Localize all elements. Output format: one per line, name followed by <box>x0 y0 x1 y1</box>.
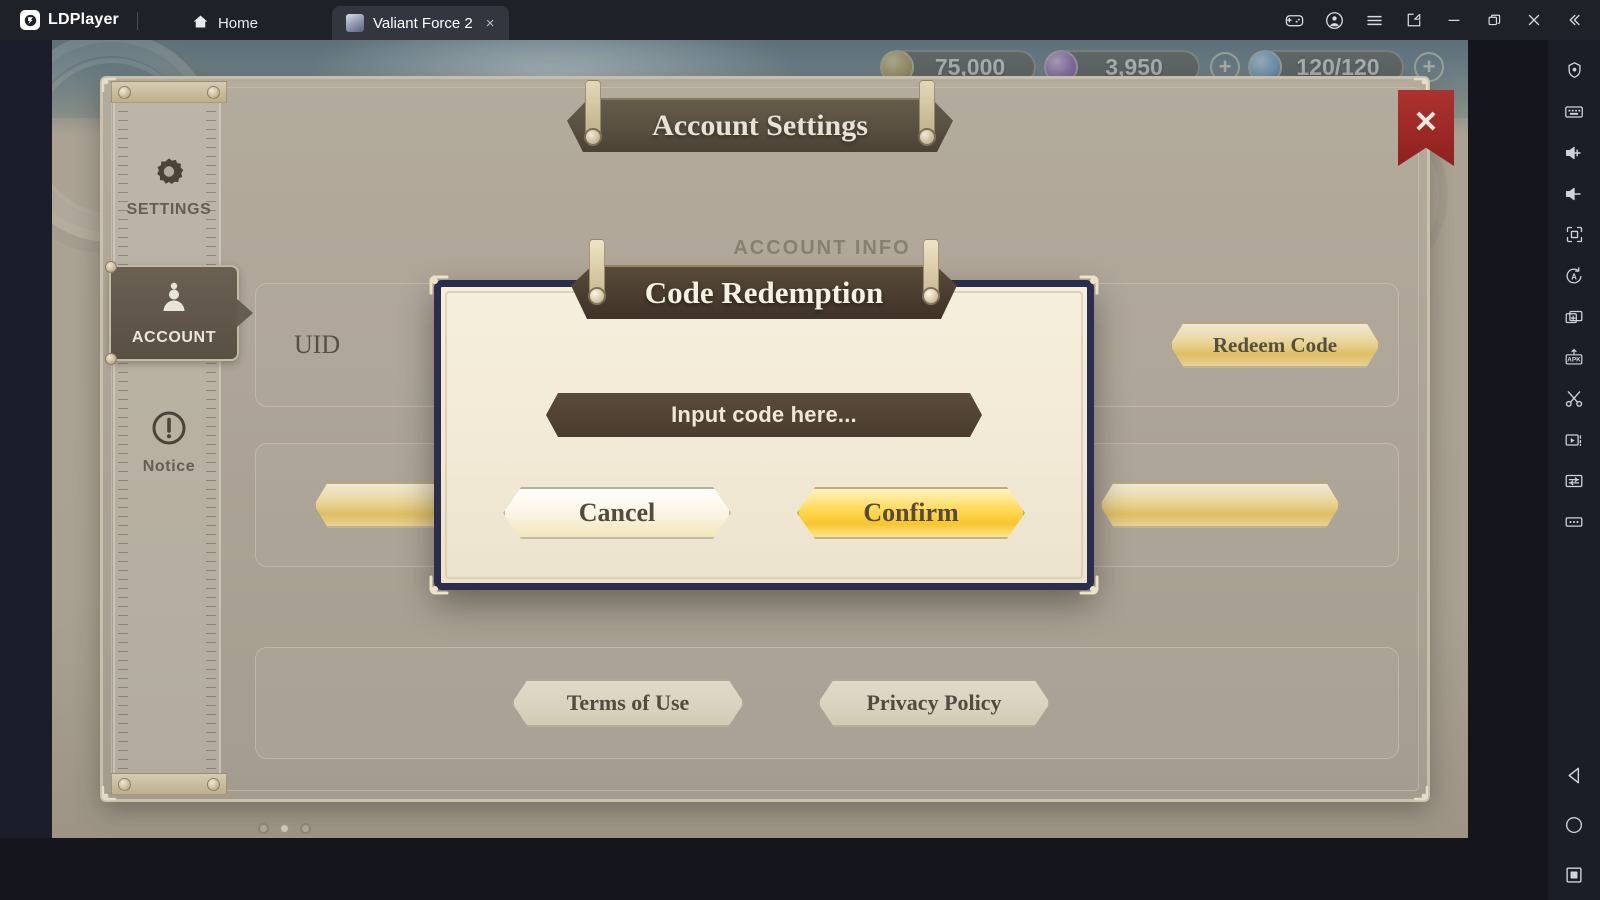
modal-corner-top-left-icon <box>425 271 459 305</box>
modal-corner-top-right-icon <box>1069 271 1103 305</box>
more-icon[interactable] <box>1554 501 1594 542</box>
titlebar-spacer <box>509 39 1274 40</box>
account-icon[interactable] <box>1314 0 1354 40</box>
operation-record-icon[interactable] <box>1554 50 1594 91</box>
brand: LDPlayer <box>0 0 133 40</box>
cancel-button[interactable]: Cancel <box>503 487 731 539</box>
install-apk-icon[interactable]: APK <box>1554 337 1594 378</box>
multi-instance-icon[interactable] <box>1554 296 1594 337</box>
logo-icon <box>20 10 40 30</box>
close-icon[interactable] <box>1514 0 1554 40</box>
tab-valiant-force-2[interactable]: Valiant Force 2 × <box>331 6 509 40</box>
home-circle-icon[interactable] <box>1554 800 1594 850</box>
collapse-icon[interactable] <box>1554 0 1594 40</box>
minimize-icon[interactable] <box>1434 0 1474 40</box>
home-icon <box>192 13 209 34</box>
modal-corner-bottom-right-icon <box>1069 565 1103 599</box>
code-input[interactable]: Input code here... <box>546 393 982 437</box>
menu-icon[interactable] <box>1354 0 1394 40</box>
recent-apps-icon[interactable] <box>1554 850 1594 900</box>
maximize-icon[interactable] <box>1474 0 1514 40</box>
brand-divider <box>136 12 138 30</box>
window-controls <box>1274 0 1600 40</box>
modal-title: Code Redemption <box>571 265 957 319</box>
ldplayer-window: LDPlayer Home Valiant Force 2 × A APK 75… <box>0 0 1600 900</box>
modal-ring-icon <box>588 287 606 305</box>
gamepad-icon[interactable] <box>1274 0 1314 40</box>
volume-up-icon[interactable] <box>1554 132 1594 173</box>
back-icon[interactable] <box>1554 750 1594 800</box>
keyboard-mapping-icon[interactable] <box>1554 91 1594 132</box>
fullscreen-icon[interactable] <box>1554 214 1594 255</box>
confirm-button[interactable]: Confirm <box>797 487 1025 539</box>
sync-operation-icon[interactable] <box>1554 460 1594 501</box>
svg-text:A: A <box>1571 272 1577 281</box>
tab-home[interactable]: Home <box>178 6 272 40</box>
bottom-gutter <box>0 838 1548 900</box>
video-record-icon[interactable] <box>1554 419 1594 460</box>
left-gutter <box>0 40 52 900</box>
game-viewport[interactable]: 75,000 3,950 + 120/120 + SETTINGS ACCOUN… <box>52 40 1468 838</box>
tab-valiant-force-2-label: Valiant Force 2 <box>372 14 473 32</box>
tool-rail: A APK <box>1548 40 1600 900</box>
new-window-icon[interactable] <box>1394 0 1434 40</box>
brand-name: LDPlayer <box>48 11 119 28</box>
svg-text:APK: APK <box>1567 356 1581 363</box>
modal-hanger-left-icon <box>588 239 606 305</box>
modal-title-plaque: Code Redemption <box>571 239 957 319</box>
auto-rotate-icon[interactable]: A <box>1554 255 1594 296</box>
scissors-icon[interactable] <box>1554 378 1594 419</box>
modal-ring-icon <box>922 287 940 305</box>
app-favicon <box>345 14 364 32</box>
title-bar: LDPlayer Home Valiant Force 2 × <box>0 0 1600 40</box>
modal-hanger-right-icon <box>922 239 940 305</box>
tab-home-label: Home <box>217 14 258 32</box>
tab-close-icon[interactable]: × <box>486 16 495 31</box>
code-redemption-dialog: Code Redemption Input code here... Cance… <box>429 239 1099 595</box>
modal-corner-bottom-left-icon <box>425 565 459 599</box>
volume-down-icon[interactable] <box>1554 173 1594 214</box>
